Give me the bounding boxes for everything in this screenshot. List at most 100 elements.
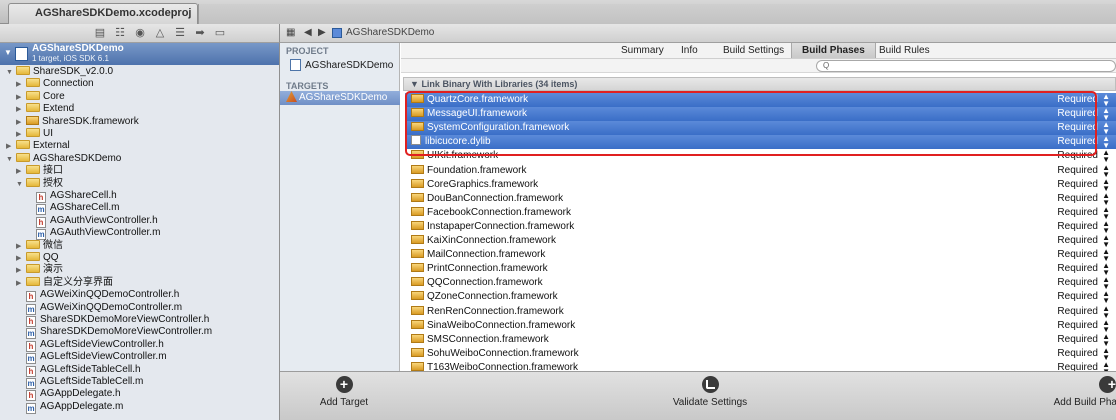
tab-build-rules[interactable]: Build Rules [869, 43, 940, 58]
status-popup[interactable]: Required [1057, 234, 1098, 248]
warning-icon[interactable]: △ [152, 26, 168, 40]
library-row[interactable]: CoreGraphics.framework Required ▲ ▼ [405, 177, 1116, 192]
tree-file[interactable]: h ShareSDKDemoMoreViewController.h [16, 314, 209, 327]
tree-folder[interactable]: ▶ 演示 [16, 264, 63, 276]
folder-icon[interactable]: ▤ [92, 26, 108, 40]
library-row[interactable]: MailConnection.framework Required ▲ ▼ [405, 248, 1116, 263]
popup-stepper-icon[interactable]: ▲▼ [1102, 290, 1110, 305]
library-row[interactable]: libicucore.dylib Required ▲ ▼ [405, 135, 1116, 150]
status-popup[interactable]: Required [1057, 149, 1098, 163]
library-row[interactable]: QuartzCore.framework Required ▲ ▼ [405, 93, 1116, 108]
popup-stepper-icon[interactable]: ▲▼ [1102, 262, 1110, 277]
disclosure-closed-icon[interactable]: ▶ [16, 79, 26, 91]
library-row[interactable]: SystemConfiguration.framework Required ▲ ▼ [405, 121, 1116, 136]
log-icon[interactable]: ▭ [212, 26, 228, 40]
status-popup[interactable]: Required [1057, 333, 1098, 347]
tree-file[interactable]: h AGLeftSideViewController.h [16, 339, 164, 352]
library-row[interactable]: SohuWeiboConnection.framework Required ▲ ▼ [405, 346, 1116, 361]
status-popup[interactable]: Required [1057, 135, 1098, 149]
library-row[interactable]: QQConnection.framework Required ▲ ▼ [405, 276, 1116, 291]
link-binary-phase-header[interactable]: ▼ Link Binary With Libraries (34 items) [403, 77, 1116, 91]
disclosure-closed-icon[interactable]: ▶ [16, 241, 26, 253]
library-row[interactable]: FacebookConnection.framework Required ▲ ▼ [405, 205, 1116, 220]
library-row[interactable]: T163WeiboConnection.framework Required ▲▼ [405, 360, 1116, 371]
popup-stepper-icon[interactable]: ▲▼ [1102, 276, 1110, 291]
status-popup[interactable]: Required [1057, 248, 1098, 262]
forward-arrow-icon[interactable]: ▶ [318, 27, 326, 38]
library-row[interactable]: Foundation.framework Required ▲ ▼ [405, 163, 1116, 178]
disclosure-open-icon[interactable]: ▼ [4, 48, 12, 57]
status-popup[interactable]: Required [1057, 262, 1098, 276]
tree-folder[interactable]: ▶ Extend [16, 103, 74, 115]
popup-stepper-icon[interactable]: ▲▼ [1102, 93, 1110, 108]
tree-folder[interactable]: ▶ 自定义分享界面 [16, 276, 113, 290]
search-field[interactable]: Q [816, 60, 1116, 72]
status-popup[interactable]: Required [1057, 347, 1098, 361]
jumpbar-project[interactable]: AGShareSDKDemo [346, 27, 434, 38]
status-popup[interactable]: Required [1057, 206, 1098, 220]
popup-stepper-icon[interactable]: ▲▼ [1102, 135, 1110, 150]
status-popup[interactable]: Required [1057, 192, 1098, 206]
popup-stepper-icon[interactable]: ▲▼ [1102, 219, 1110, 234]
tab-summary[interactable]: Summary [611, 43, 674, 58]
status-popup[interactable]: Required [1057, 220, 1098, 234]
status-popup[interactable]: Required [1057, 276, 1098, 290]
tree-file[interactable]: m AGShareCell.m [26, 202, 119, 216]
disclosure-closed-icon[interactable]: ▶ [16, 278, 26, 290]
search-icon[interactable]: ◉ [132, 26, 148, 40]
popup-stepper-icon[interactable]: ▲▼ [1102, 205, 1110, 220]
library-row[interactable]: PrintConnection.framework Required ▲ ▼ [405, 262, 1116, 277]
library-row[interactable]: KaiXinConnection.framework Required ▲ ▼ [405, 234, 1116, 249]
tree-file[interactable]: m AGAppDelegate.m [16, 401, 123, 414]
popup-stepper-icon[interactable]: ▲▼ [1102, 248, 1110, 263]
tree-folder[interactable]: ▶ UI [16, 128, 53, 140]
tree-file[interactable]: m AGLeftSideViewController.m [16, 351, 167, 365]
tree-folder[interactable]: ▶ External [6, 140, 70, 152]
tree-folder[interactable]: ▶ 接口 [16, 165, 63, 177]
tree-file[interactable]: h AGAuthViewController.h [26, 215, 158, 228]
disclosure-closed-icon[interactable]: ▶ [16, 117, 26, 129]
symbol-icon[interactable]: ☷ [112, 26, 128, 40]
disclosure-closed-icon[interactable]: ▶ [6, 141, 16, 153]
add-build-phase-button[interactable]: + Add Build Phas [1052, 376, 1116, 408]
popup-stepper-icon[interactable]: ▲▼ [1102, 318, 1110, 333]
status-popup[interactable]: Required [1057, 290, 1098, 304]
library-row[interactable]: DouBanConnection.framework Required ▲ ▼ [405, 191, 1116, 206]
tab-build-phases[interactable]: Build Phases [791, 43, 876, 58]
tab-info[interactable]: Info [671, 43, 708, 58]
popup-stepper-icon[interactable]: ▲▼ [1102, 177, 1110, 192]
disclosure-closed-icon[interactable]: ▶ [16, 253, 26, 265]
disclosure-closed-icon[interactable]: ▶ [16, 104, 26, 116]
status-popup[interactable]: Required [1057, 178, 1098, 192]
breakpoint-icon[interactable]: ➡ [192, 26, 208, 40]
validate-settings-button[interactable]: Validate Settings [670, 376, 750, 408]
back-arrow-icon[interactable]: ◀ [304, 27, 312, 38]
debug-icon[interactable]: ☰ [172, 26, 188, 40]
disclosure-open-icon[interactable]: ▼ [16, 179, 26, 191]
library-row[interactable]: SinaWeiboConnection.framework Required ▲ ▼ [405, 318, 1116, 333]
tree-folder[interactable]: ▶ Core [16, 90, 65, 104]
library-row[interactable]: MessageUI.framework Required ▲ ▼ [405, 107, 1116, 122]
popup-stepper-icon[interactable]: ▲▼ [1102, 360, 1110, 371]
tree-file[interactable]: h AGShareCell.h [26, 190, 117, 203]
tree-file[interactable]: h AGWeiXinQQDemoController.h [16, 289, 179, 303]
status-popup[interactable]: Required [1057, 305, 1098, 319]
library-row[interactable]: SMSConnection.framework Required ▲ ▼ [405, 332, 1116, 347]
tree-file[interactable]: h AGAppDelegate.h [16, 388, 121, 402]
disclosure-closed-icon[interactable]: ▶ [16, 166, 26, 178]
disclosure-closed-icon[interactable]: ▶ [16, 129, 26, 141]
tree-folder[interactable]: ▼ AGShareSDKDemo [6, 152, 121, 165]
tree-folder[interactable]: ▶ QQ [16, 252, 59, 264]
popup-stepper-icon[interactable]: ▲▼ [1102, 332, 1110, 347]
popup-stepper-icon[interactable]: ▲▼ [1102, 121, 1110, 136]
project-tab[interactable]: AGShareSDKDemo.xcodeproj [8, 3, 198, 24]
library-row[interactable]: UIKit.framework Required ▲ ▼ [405, 149, 1116, 164]
status-popup[interactable]: Required [1057, 361, 1098, 371]
status-popup[interactable]: Required [1057, 107, 1098, 121]
tree-file[interactable]: m AGAuthViewController.m [26, 227, 160, 241]
tree-file[interactable]: h AGLeftSideTableCell.h [16, 364, 141, 377]
disclosure-open-icon[interactable]: ▼ [6, 67, 16, 79]
tab-build-settings[interactable]: Build Settings [713, 43, 794, 58]
disclosure-closed-icon[interactable]: ▶ [16, 92, 26, 104]
popup-stepper-icon[interactable]: ▲▼ [1102, 346, 1110, 361]
